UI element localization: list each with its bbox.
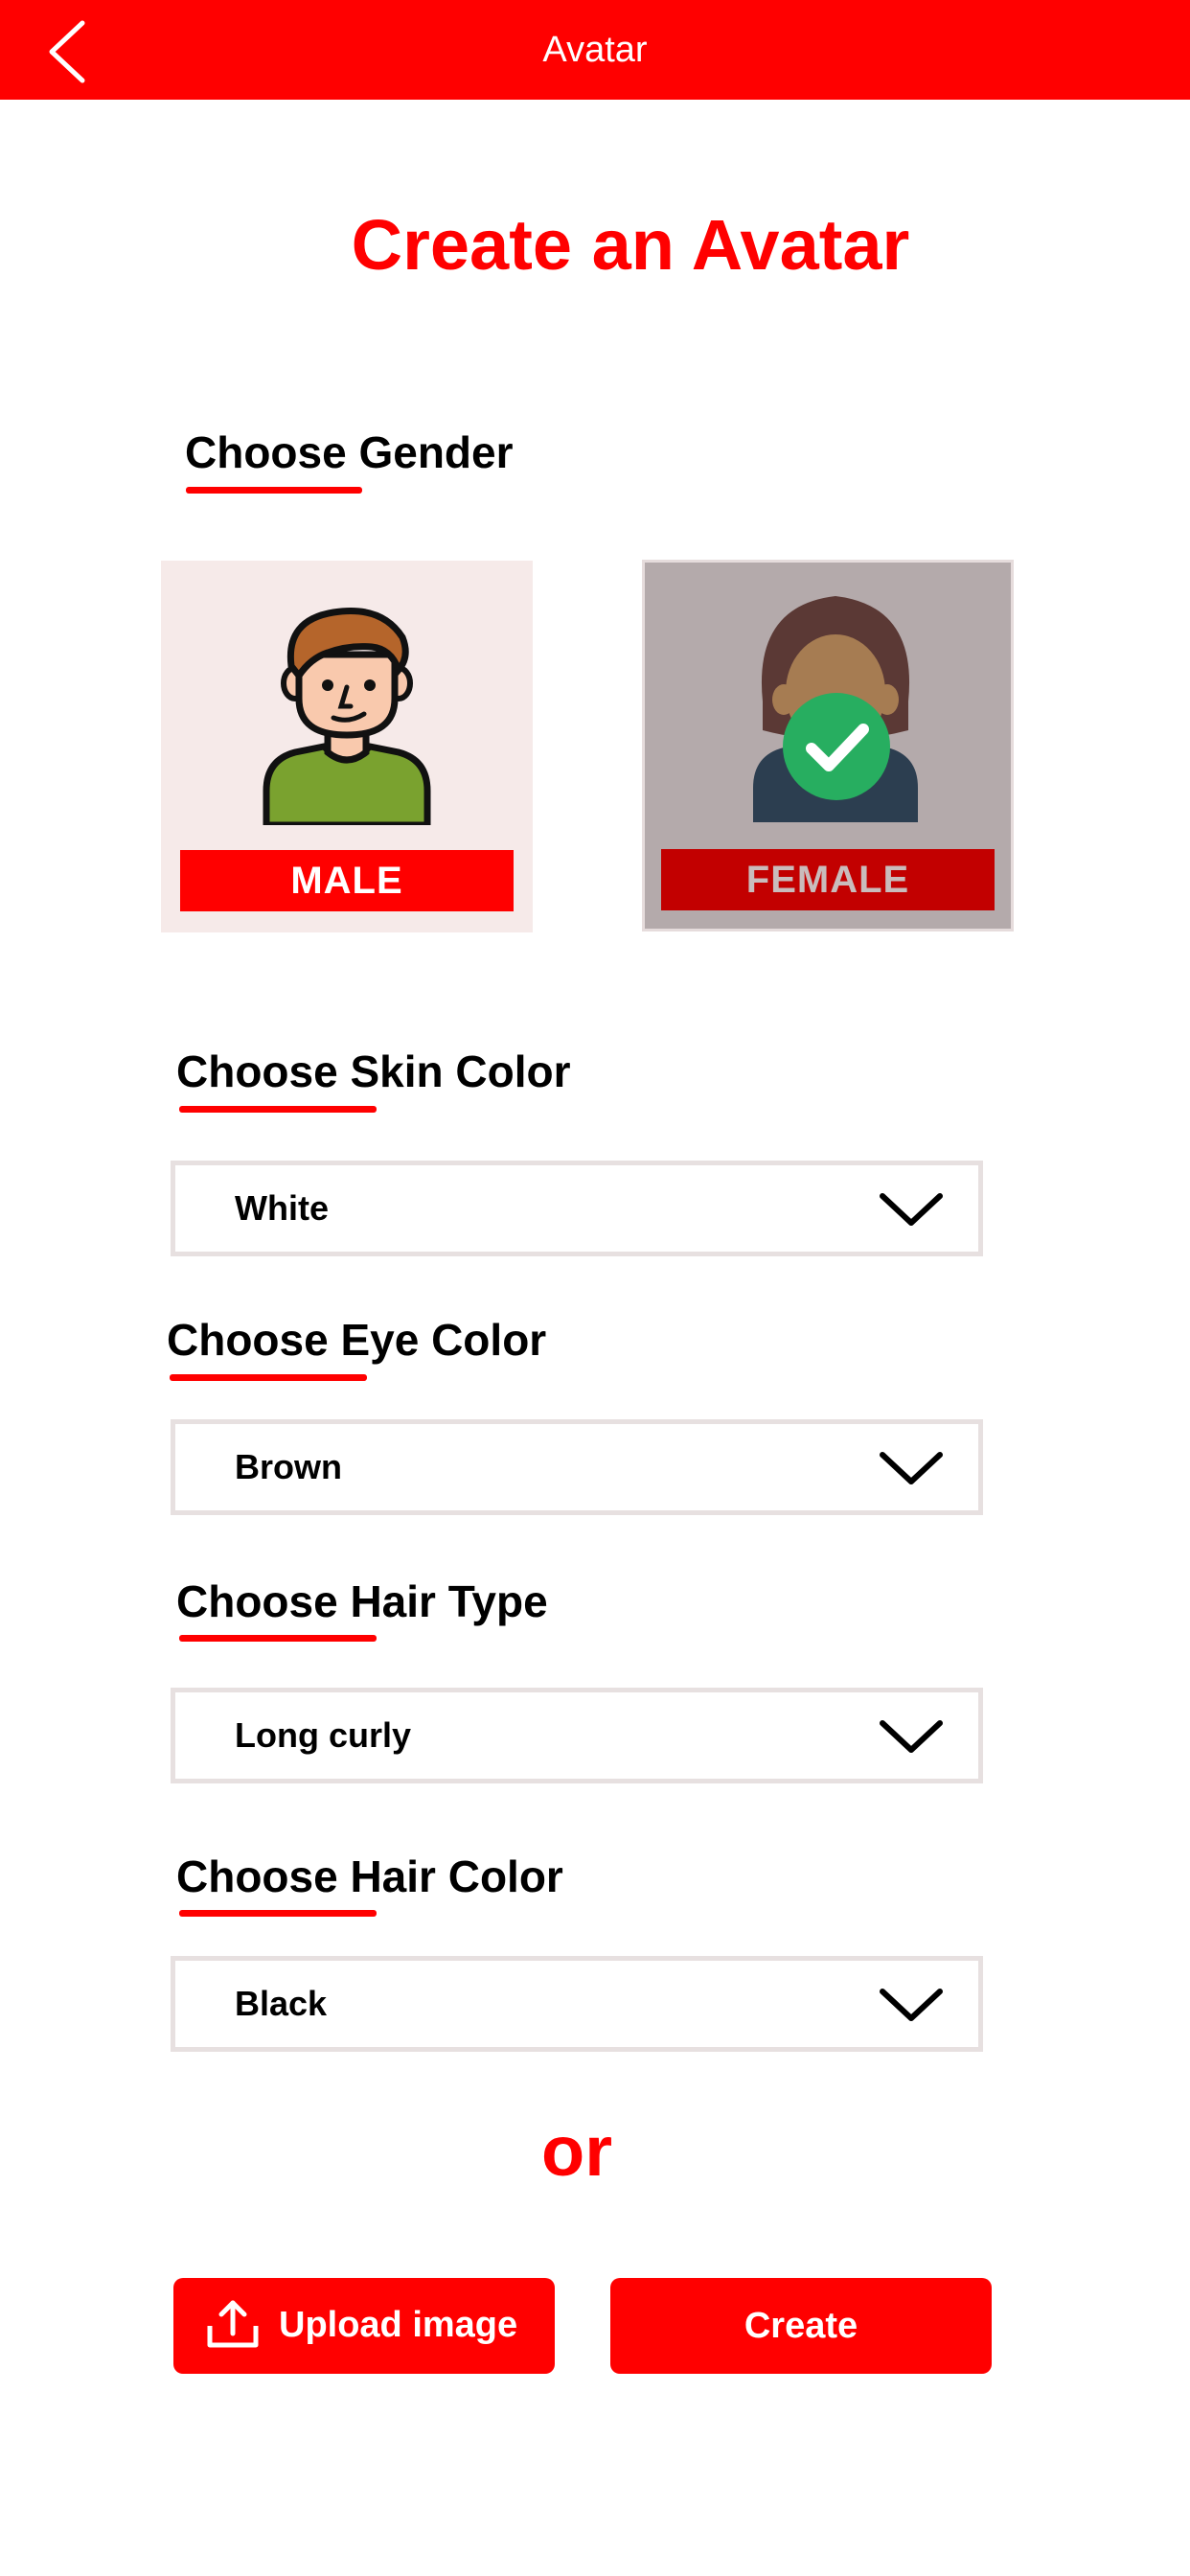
upload-image-label: Upload image: [279, 2305, 518, 2345]
gender-label-underline: [186, 487, 362, 494]
male-label: MALE: [180, 850, 514, 911]
gender-option-female[interactable]: FEMALE: [642, 560, 1014, 932]
skin-color-select[interactable]: White: [171, 1161, 983, 1256]
eye-color-underline: [170, 1374, 367, 1381]
gender-option-male[interactable]: MALE: [161, 561, 533, 932]
chevron-down-icon: [880, 1720, 943, 1753]
hair-type-value: Long curly: [235, 1715, 412, 1755]
gender-section-label: Choose Gender: [185, 427, 514, 477]
chevron-left-icon: [49, 20, 85, 83]
chevron-down-icon: [880, 1989, 943, 2021]
skin-color-value: White: [235, 1188, 329, 1228]
header-title: Avatar: [542, 30, 648, 70]
upload-icon: [207, 2300, 259, 2348]
chevron-down-icon: [880, 1193, 943, 1226]
check-circle-icon: [783, 693, 890, 800]
eye-color-value: Brown: [235, 1447, 342, 1486]
skin-color-label: Choose Skin Color: [176, 1046, 571, 1096]
hair-type-label: Choose Hair Type: [176, 1576, 548, 1626]
skin-color-underline: [179, 1106, 377, 1113]
hair-color-value: Black: [235, 1984, 328, 2023]
page-title: Create an Avatar: [351, 205, 910, 285]
hair-color-label: Choose Hair Color: [176, 1852, 563, 1901]
back-button[interactable]: [38, 15, 107, 84]
eye-color-label: Choose Eye Color: [167, 1315, 547, 1365]
male-avatar-icon: [263, 607, 431, 825]
upload-image-button[interactable]: Upload image: [173, 2278, 555, 2374]
create-button[interactable]: Create: [610, 2278, 992, 2374]
hair-type-select[interactable]: Long curly: [171, 1688, 983, 1783]
eye-color-select[interactable]: Brown: [171, 1419, 983, 1515]
chevron-down-icon: [880, 1452, 943, 1484]
hair-color-select[interactable]: Black: [171, 1956, 983, 2052]
hair-type-underline: [179, 1635, 377, 1642]
female-label: FEMALE: [661, 849, 995, 910]
hair-color-underline: [179, 1910, 377, 1917]
or-divider: or: [541, 2111, 612, 2191]
